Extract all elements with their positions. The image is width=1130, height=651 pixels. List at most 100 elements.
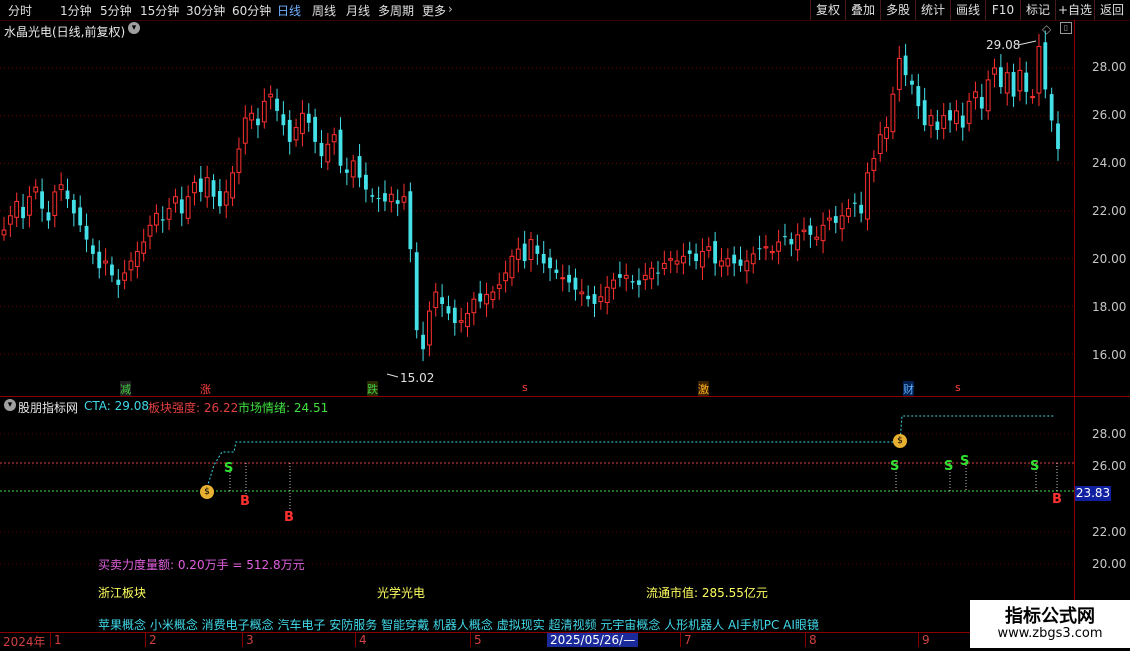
candle bbox=[116, 269, 121, 298]
month-label: 4 bbox=[355, 633, 367, 647]
candle bbox=[293, 118, 299, 147]
candle bbox=[21, 193, 25, 230]
candle bbox=[192, 175, 197, 206]
period-tab-60min[interactable]: 60分钟 bbox=[232, 2, 271, 19]
candle bbox=[185, 185, 191, 225]
candle bbox=[985, 70, 991, 120]
candle bbox=[623, 263, 629, 292]
current-value-badge: 23.83 bbox=[1075, 486, 1111, 501]
candle bbox=[554, 259, 559, 279]
event-marker[interactable]: s bbox=[955, 381, 961, 394]
back-button[interactable]: 返回 bbox=[1094, 0, 1129, 20]
candle bbox=[217, 179, 222, 214]
candle bbox=[458, 307, 464, 333]
industry-label: 光学光电 bbox=[377, 586, 426, 600]
multi-stock-button[interactable]: 多股 bbox=[880, 0, 915, 20]
candle bbox=[236, 137, 242, 185]
candlestick-chart bbox=[0, 30, 1074, 378]
period-tab-monthly[interactable]: 月线 bbox=[346, 2, 370, 19]
candle bbox=[58, 172, 64, 201]
candle bbox=[147, 215, 153, 250]
period-tab-1min[interactable]: 1分钟 bbox=[60, 2, 92, 19]
candle bbox=[446, 295, 451, 321]
period-tab-5min[interactable]: 5分钟 bbox=[100, 2, 132, 19]
candle bbox=[223, 179, 229, 219]
candle bbox=[896, 45, 902, 102]
period-tab-multi[interactable]: 多周期 bbox=[378, 2, 414, 19]
adjust-button[interactable]: 复权 bbox=[810, 0, 845, 20]
candle bbox=[198, 166, 203, 202]
y-tick-label: 24.00 bbox=[1092, 156, 1127, 170]
candle bbox=[344, 157, 349, 186]
candle bbox=[604, 276, 610, 315]
candle bbox=[14, 192, 20, 227]
period-tab-15min[interactable]: 15分钟 bbox=[140, 2, 179, 19]
candle bbox=[859, 191, 864, 223]
candle bbox=[230, 165, 235, 207]
candle bbox=[567, 265, 572, 293]
candle bbox=[33, 179, 39, 200]
candle bbox=[242, 105, 248, 155]
candlestick-pane[interactable]: 水晶光电(日线,前复权) ▾ ◇ ▯ 28.00 26.00 24.00 22.… bbox=[0, 20, 1130, 397]
buy-signal: B bbox=[284, 510, 294, 525]
event-marker[interactable]: s bbox=[522, 381, 528, 394]
candle bbox=[1004, 62, 1010, 106]
candle bbox=[46, 200, 51, 229]
candle bbox=[649, 261, 655, 290]
draw-line-button[interactable]: 画线 bbox=[950, 0, 985, 20]
candle bbox=[687, 241, 692, 266]
y-tick-label: 28.00 bbox=[1092, 60, 1127, 74]
period-tab-intraday[interactable]: 分时 bbox=[8, 2, 32, 19]
sell-signal: S bbox=[890, 459, 900, 474]
candle bbox=[364, 162, 368, 203]
candle bbox=[694, 243, 698, 270]
candle bbox=[846, 199, 851, 224]
candle bbox=[744, 249, 750, 284]
period-tab-30min[interactable]: 30分钟 bbox=[186, 2, 225, 19]
candle bbox=[560, 264, 566, 292]
date-axis: 2024年 1 2 3 4 5 2025/05/26/— 7 8 9 bbox=[0, 632, 1130, 651]
candle bbox=[395, 189, 400, 217]
month-label: 2 bbox=[145, 633, 157, 647]
candle bbox=[750, 246, 756, 274]
candle bbox=[90, 238, 95, 265]
event-marker[interactable]: 减 bbox=[120, 381, 131, 397]
candle bbox=[795, 223, 801, 262]
month-label: 8 bbox=[805, 633, 817, 647]
candle bbox=[370, 188, 375, 203]
candle bbox=[1036, 33, 1042, 107]
event-marker[interactable]: 激 bbox=[698, 381, 709, 397]
candle bbox=[1056, 111, 1060, 161]
candle bbox=[865, 162, 870, 231]
sell-signal: S bbox=[224, 461, 234, 476]
candle bbox=[586, 285, 591, 307]
candle bbox=[941, 102, 947, 140]
event-marker[interactable]: 涨 bbox=[200, 381, 211, 397]
period-tab-weekly[interactable]: 周线 bbox=[312, 2, 336, 19]
concepts-list: 苹果概念 小米概念 消费电子概念 汽车电子 安防服务 智能穿戴 机器人概念 虚拟… bbox=[98, 618, 819, 632]
period-tab-more[interactable]: 更多 bbox=[422, 2, 446, 19]
candle bbox=[509, 249, 515, 286]
y-tick-label: 28.00 bbox=[1092, 427, 1127, 441]
overlay-button[interactable]: 叠加 bbox=[845, 0, 880, 20]
statistics-button[interactable]: 统计 bbox=[915, 0, 950, 20]
candle bbox=[26, 186, 32, 228]
candle bbox=[535, 234, 540, 265]
chevron-right-icon[interactable]: › bbox=[448, 2, 453, 16]
f10-button[interactable]: F10 bbox=[985, 0, 1020, 20]
indicator-pane[interactable]: ▾ 股朋指标网 CTA: 29.08 板块强度: 26.22 市场情绪: 24.… bbox=[0, 397, 1130, 632]
low-price-label: 15.02 bbox=[400, 371, 435, 385]
add-watchlist-button[interactable]: +自选 bbox=[1055, 0, 1094, 20]
period-tab-daily[interactable]: 日线 bbox=[277, 2, 301, 19]
event-marker[interactable]: 跌 bbox=[367, 381, 378, 397]
candle bbox=[674, 250, 680, 273]
candle bbox=[611, 272, 616, 300]
mark-button[interactable]: 标记 bbox=[1020, 0, 1055, 20]
candle bbox=[471, 291, 477, 326]
candle bbox=[1049, 87, 1054, 132]
candle bbox=[490, 285, 496, 309]
event-marker[interactable]: 财 bbox=[903, 381, 914, 397]
indicator-chart bbox=[0, 415, 1074, 565]
candle bbox=[134, 241, 140, 279]
candle bbox=[528, 231, 534, 272]
